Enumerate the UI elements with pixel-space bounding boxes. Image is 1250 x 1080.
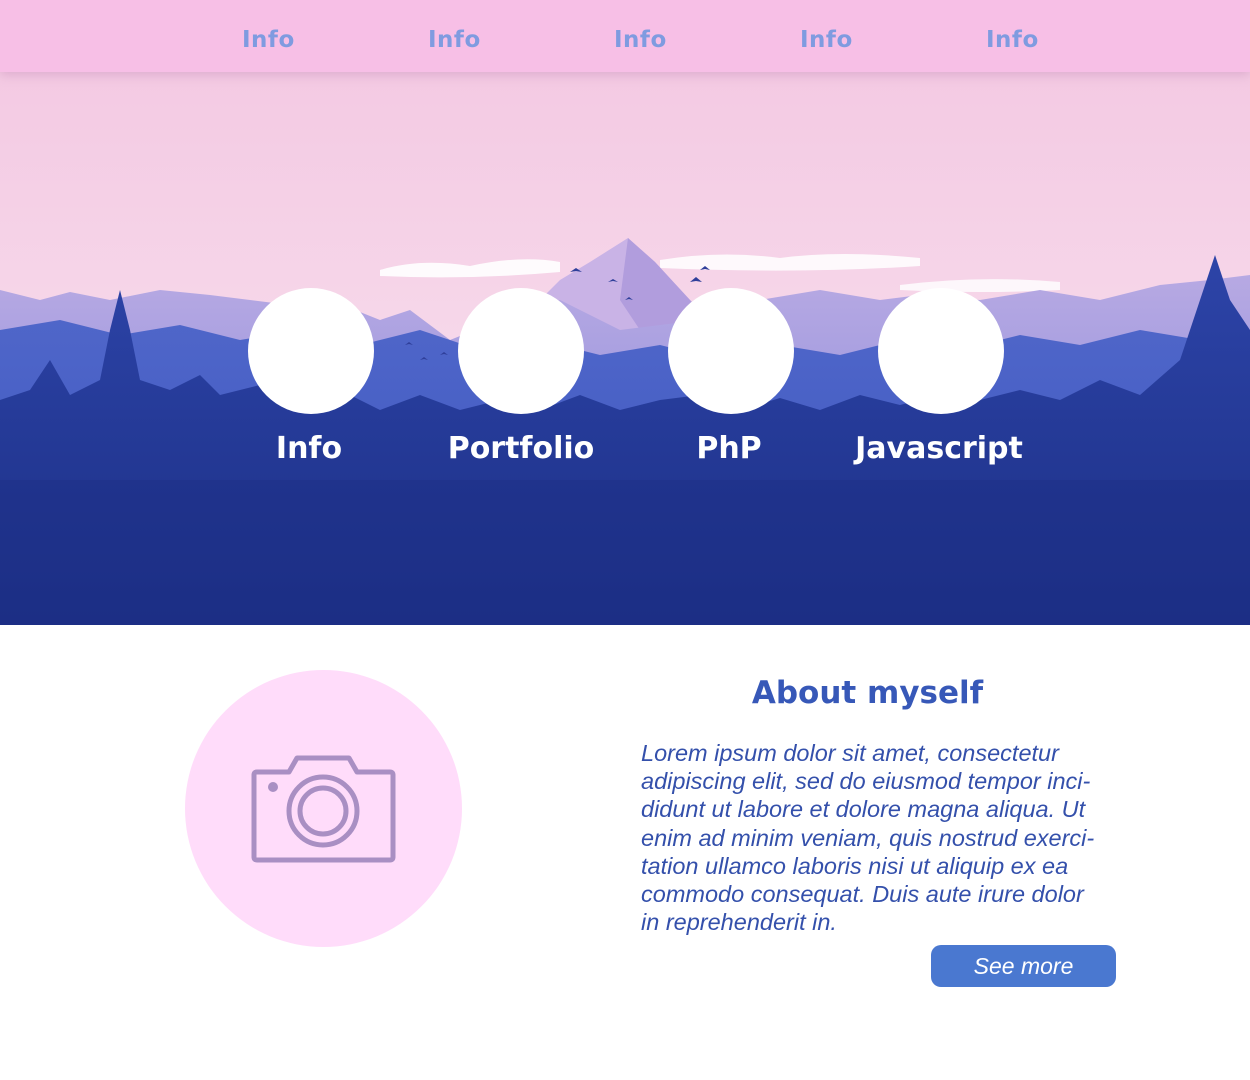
hero-label-php[interactable]: PhP	[609, 431, 849, 466]
about-heading: About myself	[751, 675, 984, 711]
hero-label-info[interactable]: Info	[189, 431, 429, 466]
hero-circle-info[interactable]	[248, 288, 374, 414]
see-more-button[interactable]: See more	[931, 945, 1116, 987]
nav-item-info-5[interactable]: Info	[986, 27, 1039, 53]
page: Info Info Info Info Info Info Portfolio …	[0, 0, 1250, 1080]
nav-item-info-2[interactable]: Info	[428, 27, 481, 53]
profile-photo-placeholder	[185, 670, 462, 947]
camera-icon	[251, 755, 396, 863]
hero-circle-php[interactable]	[668, 288, 794, 414]
top-navigation-bar: Info Info Info Info Info	[0, 0, 1250, 72]
hero-label-portfolio[interactable]: Portfolio	[401, 431, 641, 466]
about-body-text: Lorem ipsum dolor sit amet, consectetur …	[641, 740, 1095, 936]
hero-banner	[0, 0, 1250, 625]
mountain-landscape-illustration	[0, 0, 1250, 625]
hero-circle-portfolio[interactable]	[458, 288, 584, 414]
nav-item-info-1[interactable]: Info	[242, 27, 295, 53]
hero-label-javascript[interactable]: Javascript	[819, 431, 1059, 466]
hero-circle-javascript[interactable]	[878, 288, 1004, 414]
nav-item-info-4[interactable]: Info	[800, 27, 853, 53]
nav-item-info-3[interactable]: Info	[614, 27, 667, 53]
